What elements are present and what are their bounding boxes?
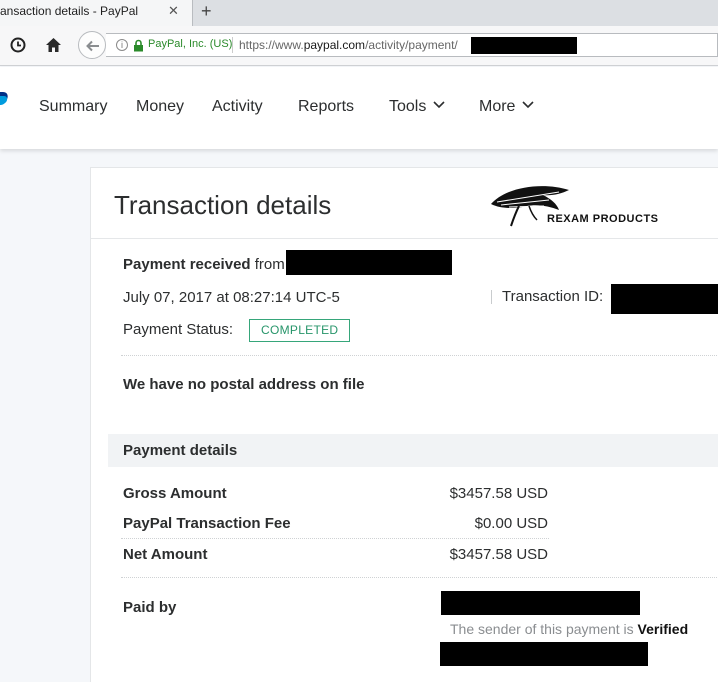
- transaction-fee-value: $0.00 USD: [474, 515, 548, 532]
- browser-navigation-bar: i PayPal, Inc. (US) https://www.paypal.c…: [0, 26, 718, 66]
- url-divider: [232, 37, 233, 53]
- nav-tools-label: Tools: [389, 98, 427, 115]
- browser-tab-bar: ansaction details - PayPal ✕ +: [0, 0, 718, 26]
- payment-details-header: Payment details: [108, 434, 718, 467]
- gross-amount-label: Gross Amount: [123, 485, 227, 502]
- nav-money[interactable]: Money: [136, 98, 184, 116]
- nav-more-label: More: [479, 98, 516, 115]
- paypal-logo-icon[interactable]: [0, 91, 9, 113]
- page-title: Transaction details: [114, 190, 332, 220]
- transaction-datetime: July 07, 2017 at 08:27:14 UTC-5: [123, 289, 340, 306]
- nav-reports[interactable]: Reports: [298, 98, 354, 116]
- section-divider: [121, 577, 718, 578]
- gross-amount-value: $3457.58 USD: [449, 485, 548, 502]
- sender-verification-note: The sender of this payment is Verified: [450, 621, 688, 637]
- chevron-down-icon: [522, 101, 535, 109]
- redacted-transaction-id: [611, 284, 718, 314]
- redacted-payer-email: [440, 642, 648, 666]
- transaction-id-label: Transaction ID:: [502, 288, 604, 305]
- from-label: from: [250, 256, 285, 273]
- section-divider: [121, 355, 718, 356]
- payment-received-label: Payment received: [123, 256, 251, 273]
- url-domain: paypal.com: [303, 38, 366, 52]
- redacted-payer-name: [441, 591, 640, 615]
- vertical-divider: [491, 290, 492, 304]
- nav-summary[interactable]: Summary: [39, 98, 107, 116]
- nav-activity[interactable]: Activity: [212, 98, 263, 116]
- title-divider: [91, 238, 718, 239]
- nav-more[interactable]: More: [479, 98, 535, 116]
- chevron-down-icon: [433, 101, 445, 109]
- tab-title: ansaction details - PayPal: [0, 4, 139, 18]
- transaction-details-card: Transaction details REXAM PRODUCTS Payme…: [90, 167, 718, 682]
- postal-address-note: We have no postal address on file: [123, 376, 365, 393]
- net-amount-label: Net Amount: [123, 546, 208, 563]
- site-identity: PayPal, Inc. (US): [148, 38, 233, 50]
- info-icon[interactable]: i: [116, 39, 128, 51]
- url-prefix: https://www.: [239, 38, 304, 52]
- paid-by-label: Paid by: [123, 599, 177, 616]
- net-amount-value: $3457.58 USD: [449, 546, 548, 563]
- payment-status-label: Payment Status:: [123, 321, 234, 338]
- transaction-fee-label: PayPal Transaction Fee: [123, 515, 291, 532]
- home-icon[interactable]: [45, 37, 62, 53]
- url-bar[interactable]: i PayPal, Inc. (US) https://www.paypal.c…: [106, 33, 718, 57]
- merchant-logo-text: REXAM PRODUCTS: [547, 213, 659, 225]
- back-button[interactable]: [78, 31, 106, 59]
- payment-details-heading: Payment details: [123, 442, 238, 459]
- redacted-sender-name: [286, 250, 452, 275]
- nav-tools[interactable]: Tools: [389, 98, 445, 116]
- status-badge: COMPLETED: [249, 319, 351, 342]
- close-tab-icon[interactable]: ✕: [168, 3, 179, 19]
- url-path: /activity/payment/: [365, 38, 458, 52]
- new-tab-button[interactable]: +: [201, 1, 212, 22]
- sender-verified-status: Verified: [637, 621, 689, 637]
- payment-received-heading: Payment received from: [123, 256, 285, 273]
- redacted-url-segment: [471, 37, 577, 54]
- paypal-header: Summary Money Activity Reports Tools Mor…: [0, 67, 718, 149]
- browser-tab[interactable]: ansaction details - PayPal ✕: [0, 0, 193, 26]
- url-text[interactable]: https://www.paypal.com/activity/payment/: [239, 38, 458, 52]
- net-divider: [121, 538, 549, 539]
- back-arrow-icon: [86, 40, 99, 52]
- history-icon[interactable]: [10, 37, 26, 53]
- sender-note-text: The sender of this payment is: [450, 621, 638, 637]
- lock-icon: [134, 39, 143, 52]
